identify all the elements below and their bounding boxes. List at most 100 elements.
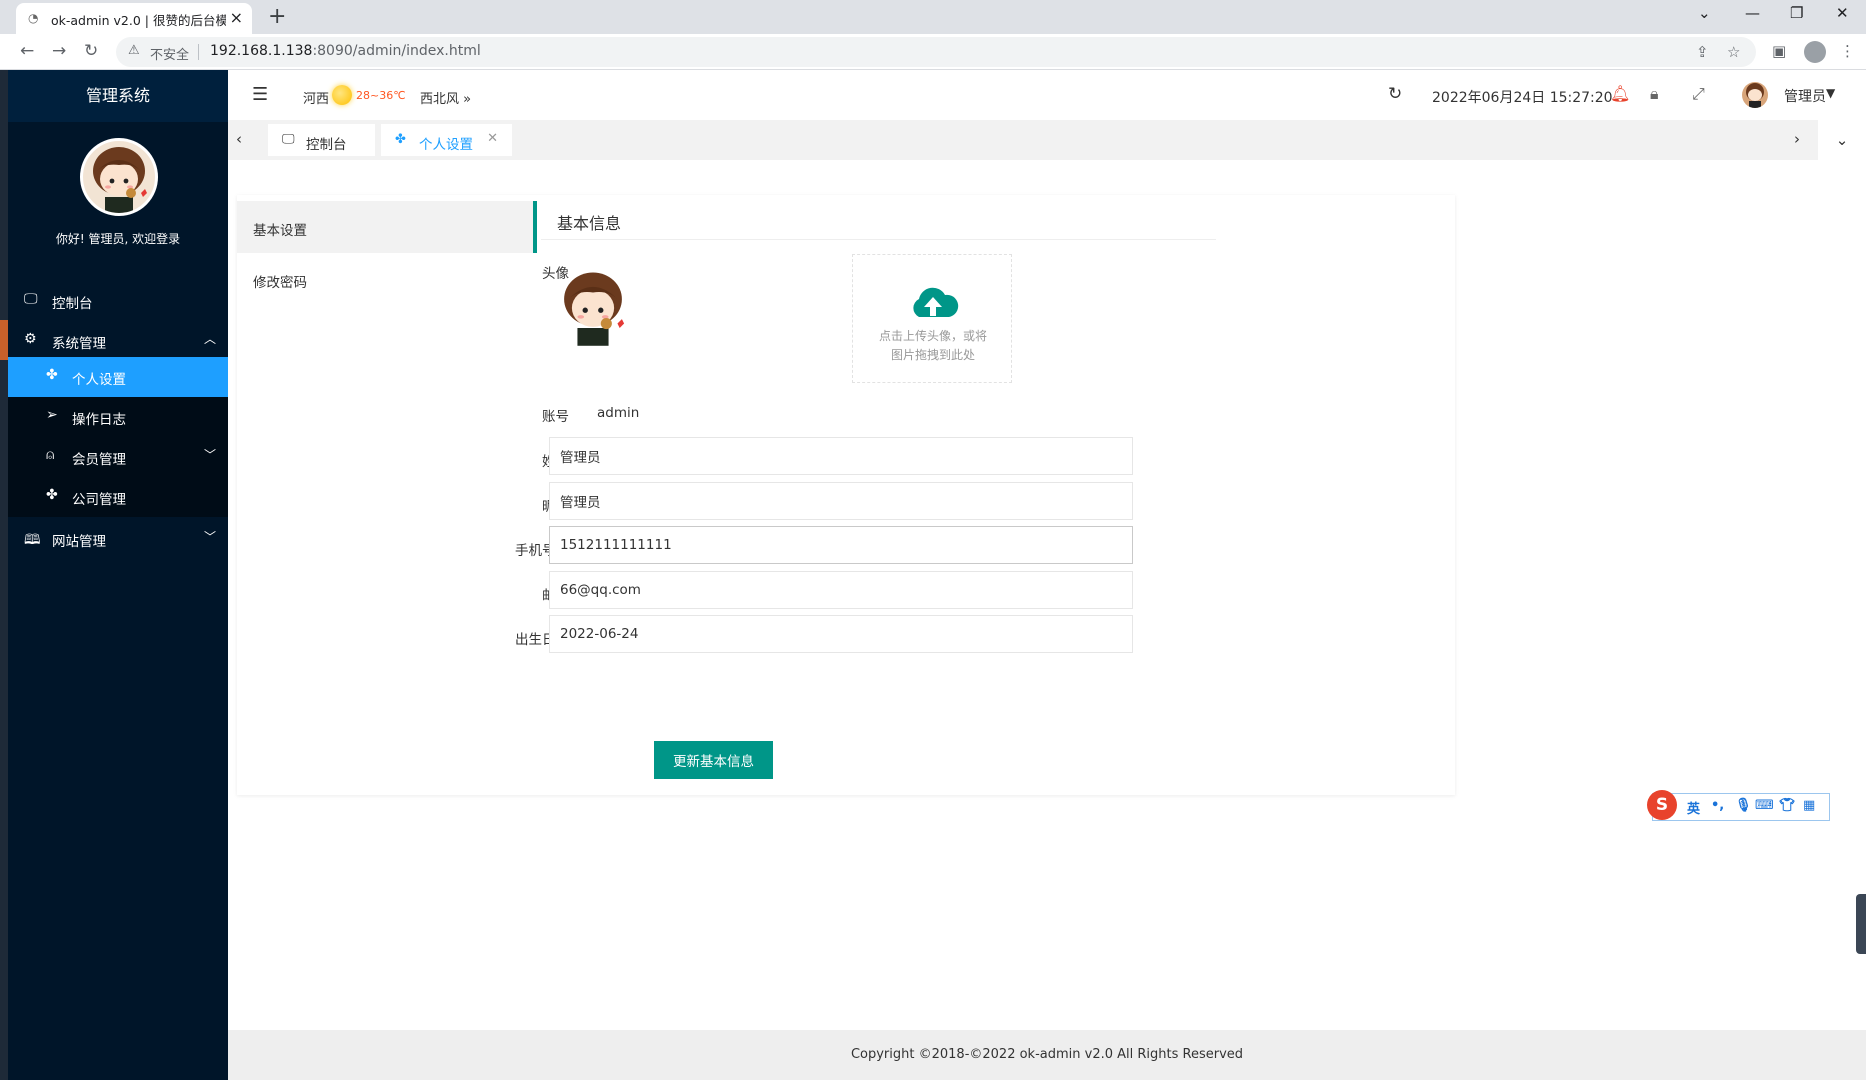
cloud-upload-icon (913, 287, 959, 317)
header-username[interactable]: 管理员 (1784, 86, 1826, 106)
avatar-upload-dropzone[interactable]: 点击上传头像，或将 图片拖拽到此处 (852, 254, 1012, 383)
nickname-input[interactable] (549, 482, 1133, 520)
sidebar-item-members[interactable]: ⍝ 会员管理 ﹀ (8, 437, 228, 477)
ime-microphone-icon[interactable]: 🎙︎ (1735, 798, 1752, 813)
weather-city: 河西 (303, 92, 330, 107)
forward-icon[interactable]: → (52, 41, 66, 61)
new-tab-icon[interactable]: + (268, 4, 286, 29)
menu-toggle-icon[interactable]: ☰ (252, 84, 268, 105)
email-input[interactable] (549, 571, 1133, 609)
leaf-icon: ✤ (395, 132, 406, 147)
tabs-scroll-right-icon[interactable]: › (1794, 130, 1800, 148)
close-tab-icon[interactable]: ✕ (487, 131, 498, 146)
reload-icon[interactable]: ↻ (84, 41, 98, 61)
sidebar-brand: 管理系统 (8, 70, 228, 122)
sidebar-item-label: 系统管理 (52, 336, 106, 352)
share-icon[interactable]: ⇪ (1696, 43, 1709, 61)
ime-punctuation-icon[interactable]: •, (1711, 798, 1724, 813)
ime-toolbar[interactable]: S 英 •, 🎙︎ ⌨ 👕︎ ▦ (1647, 790, 1830, 821)
weather-temperature: 28~36℃ (356, 89, 406, 102)
settings-nav-label: 基本设置 (253, 223, 307, 239)
main-content: 基本设置 修改密码 基本信息 头像 点击上传头像，或将 图片拖拽到此处 账号 a… (228, 160, 1866, 1030)
footer: Copyright ©2018-©2022 ok-admin v2.0 All … (228, 1030, 1866, 1080)
settings-nav-label: 修改密码 (253, 275, 307, 291)
browser-tab-title: ok-admin v2.0 | 很赞的后台模版 (51, 13, 226, 28)
window-close-icon[interactable]: ✕ (1836, 4, 1849, 22)
tab-dashboard[interactable]: 🖵 控制台 (268, 124, 375, 156)
ime-logo-icon: S (1647, 790, 1677, 820)
user-avatar[interactable] (1742, 82, 1768, 108)
form-divider (541, 239, 1216, 240)
settings-nav-password[interactable]: 修改密码 (237, 253, 533, 305)
side-panel-icon[interactable]: ▣ (1772, 42, 1786, 60)
back-icon[interactable]: ← (20, 41, 34, 61)
ime-skin-icon[interactable]: 👕︎ (1779, 798, 1796, 813)
refresh-icon[interactable]: ↻ (1388, 84, 1402, 104)
ime-grid-icon[interactable]: ▦ (1803, 798, 1815, 813)
favicon-icon: ◔ (28, 11, 39, 25)
book-icon: 🕮 (24, 532, 41, 548)
gear-icon: ⚙ (24, 331, 37, 347)
sidebar-item-dashboard[interactable]: 🖵 控制台 (8, 281, 228, 321)
tab-label: 个人设置 (419, 137, 473, 153)
sidebar-avatar[interactable] (80, 138, 158, 216)
lock-icon[interactable]: 🔒︎ (1650, 84, 1659, 104)
browser-toolbar: ← → ↻ ⚠ 不安全 192.168.1.138:8090/admin/ind… (0, 34, 1866, 70)
datetime: 2022年06月24日 15:27:20 (1432, 90, 1613, 106)
weather-wind: 西北风 » (420, 88, 471, 107)
warning-icon: ⚠ (128, 43, 140, 58)
tabs-menu-icon[interactable]: ⌄ (1818, 120, 1866, 160)
tabs-scroll-left-icon[interactable]: ‹ (236, 130, 242, 148)
tab-profile-settings[interactable]: ✤ 个人设置 ✕ (381, 124, 512, 156)
sun-icon (332, 85, 352, 105)
caret-down-icon[interactable]: ▼ (1826, 86, 1835, 100)
weather-wind-text: 西北风 (420, 92, 460, 107)
address-bar[interactable]: ⚠ 不安全 192.168.1.138:8090/admin/index.htm… (116, 37, 1756, 67)
restore-icon[interactable]: ❐ (1790, 4, 1803, 22)
profile-avatar-image (553, 268, 633, 348)
close-tab-icon[interactable]: × (230, 8, 243, 27)
fullscreen-icon[interactable]: ⤢ (1692, 84, 1705, 104)
upload-tip-line2: 图片拖拽到此处 (890, 348, 975, 362)
birthday-input[interactable] (549, 615, 1133, 653)
desktop-edge-marker (0, 320, 8, 360)
top-header: ☰ 河西 28~36℃ 西北风 » ↻ 2022年06月24日 15:27:20… (228, 70, 1866, 120)
notification-bell-icon[interactable]: 🔔︎ (1610, 84, 1630, 103)
browser-tab[interactable]: ◔ ok-admin v2.0 | 很赞的后台模版 × (16, 3, 252, 34)
browser-tab-bar: ◔ ok-admin v2.0 | 很赞的后台模版 × + ⌄ — ❐ ✕ (0, 0, 1866, 34)
sidebar-item-company[interactable]: ✤ 公司管理 (8, 477, 228, 517)
leaf-icon: ✤ (46, 367, 58, 383)
phone-input[interactable] (549, 526, 1133, 564)
upload-tip-line1: 点击上传头像，或将 (878, 329, 987, 343)
ime-language-indicator[interactable]: 英 (1687, 798, 1700, 817)
omnibox-separator (198, 44, 199, 60)
sidebar: 管理系统 你好! 管理员, 欢迎登录 🖵 控制台 ⚙ 系统管理 ︿ ✤ 个人设置… (8, 70, 228, 1080)
name-input[interactable] (549, 437, 1133, 475)
sidebar-item-system[interactable]: ⚙ 系统管理 ︿ (8, 321, 228, 361)
sidebar-item-label: 网站管理 (52, 534, 106, 550)
sidebar-item-profile[interactable]: ✤ 个人设置 (8, 357, 228, 397)
profile-avatar-icon[interactable] (1804, 41, 1826, 63)
sidebar-item-logs[interactable]: ➢ 操作日志 (8, 397, 228, 437)
minimize-icon[interactable]: — (1745, 4, 1760, 22)
user-avatar-illustration (1746, 83, 1764, 108)
chevron-down-icon: ﹀ (203, 448, 216, 462)
bookmark-star-icon[interactable]: ☆ (1727, 43, 1740, 61)
sidebar-item-label: 控制台 (52, 296, 93, 312)
ime-keyboard-icon[interactable]: ⌨ (1755, 798, 1774, 813)
browser-menu-icon[interactable]: ⋮ (1840, 42, 1855, 60)
insecure-label: 不安全 (150, 48, 190, 63)
settings-nav-basic[interactable]: 基本设置 (237, 201, 537, 253)
update-info-button[interactable]: 更新基本信息 (654, 741, 773, 779)
tab-search-icon[interactable]: ⌄ (1698, 4, 1711, 22)
user-icon: ⍝ (46, 447, 55, 463)
url-path: :8090/admin/index.html (312, 43, 481, 59)
sidebar-item-label: 个人设置 (72, 372, 126, 388)
paper-plane-icon: ➢ (46, 407, 58, 423)
side-widget-handle[interactable] (1856, 894, 1866, 954)
sidebar-item-website[interactable]: 🕮 网站管理 ﹀ (8, 519, 228, 559)
avatar-illustration (93, 147, 147, 213)
sidebar-item-label: 公司管理 (72, 492, 126, 508)
upload-tip: 点击上传头像，或将 图片拖拽到此处 (859, 327, 1007, 365)
desktop-edge (0, 70, 8, 1080)
